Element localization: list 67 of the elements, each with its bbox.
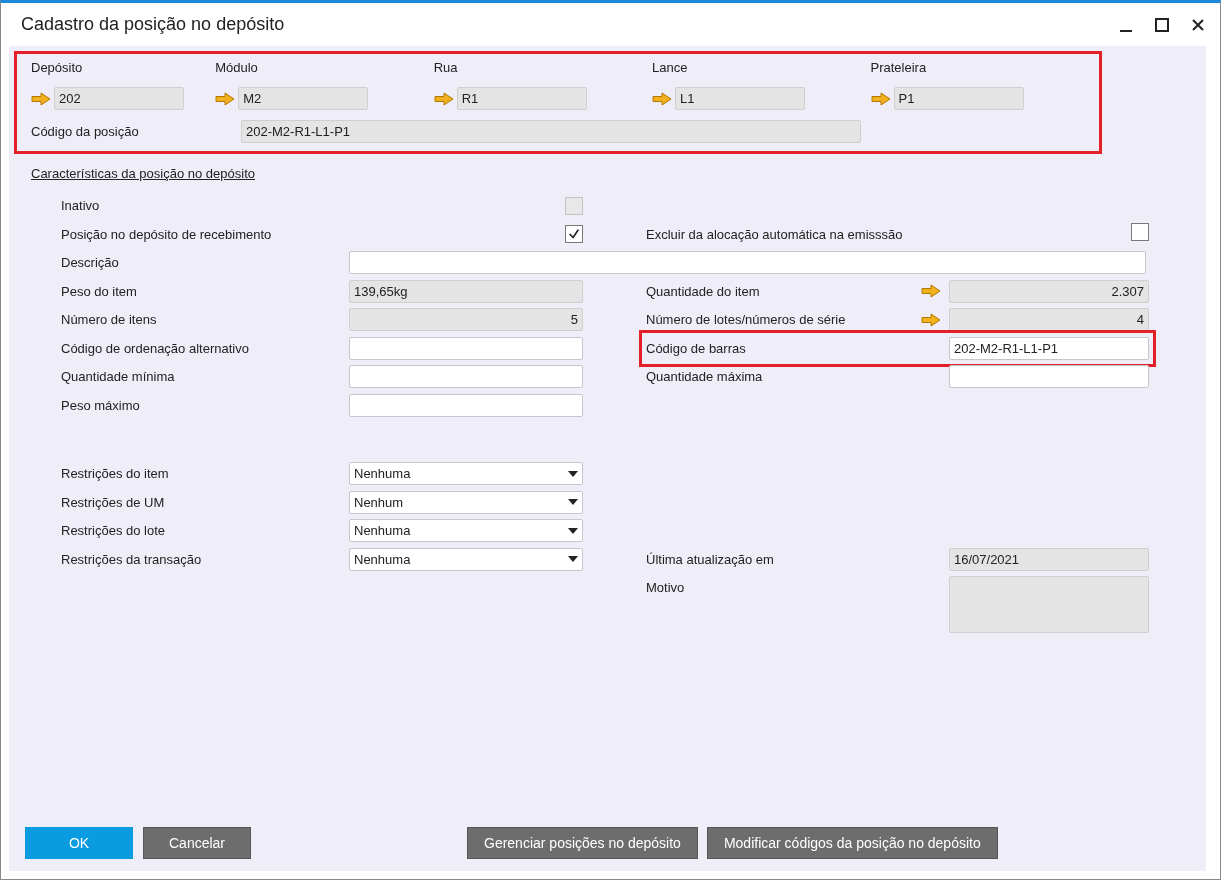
window-title: Cadastro da posição no depósito: [21, 14, 285, 35]
field-label: Excluir da alocação automática na emisssão: [646, 225, 904, 244]
arrow-right-icon[interactable]: [433, 91, 454, 106]
field-label: Rua: [433, 60, 459, 75]
field-label: Código de ordenação alternativo: [61, 339, 250, 358]
field-label: Restrições do item: [61, 465, 170, 483]
field-label: Depósito: [31, 60, 84, 75]
field-label: Quantidade mínima: [61, 368, 176, 386]
close-icon[interactable]: [1190, 16, 1206, 33]
input-field: 16/07/2021: [949, 547, 1149, 571]
arrow-right-icon[interactable]: [870, 91, 891, 106]
field-label: Descrição: [61, 254, 120, 272]
field-label: Número de lotes/números de série: [646, 311, 847, 329]
field-label: Quantidade máxima: [646, 368, 764, 386]
field-label: Prateleira: [870, 60, 928, 75]
input-field: 2.307: [949, 279, 1149, 303]
input-field[interactable]: [349, 336, 583, 360]
field-label: Motivo: [646, 579, 686, 597]
arrow-right-icon[interactable]: [652, 91, 673, 106]
field-label: Posição no depósito de recebimento: [61, 225, 273, 244]
field-label: Peso máximo: [61, 396, 141, 415]
field-label: Última atualização em: [646, 550, 775, 569]
input-field: 139,65kg: [349, 279, 583, 303]
input-field[interactable]: 202-M2-R1-L1-P1: [949, 336, 1149, 360]
input-field: 202-M2-R1-L1-P1: [241, 120, 861, 143]
dropdown[interactable]: Nenhuma: [349, 519, 583, 542]
input-field[interactable]: [949, 365, 1149, 388]
field-label: Módulo: [215, 60, 259, 75]
checkbox[interactable]: [1131, 222, 1149, 241]
caret-icon[interactable]: [568, 470, 578, 477]
arrow-right-icon[interactable]: [921, 284, 941, 298]
arrow-right-icon[interactable]: [31, 91, 51, 106]
action-button[interactable]: Gerenciar posições no depósito: [467, 827, 698, 859]
caret-icon[interactable]: [568, 527, 578, 534]
input-field: L1: [675, 87, 806, 110]
field-label: Inativo: [61, 197, 101, 215]
action-button[interactable]: Modificar códigos da posição no depósito: [706, 827, 998, 859]
field-label: Restrições de UM: [61, 493, 166, 512]
maximize-icon[interactable]: [1154, 16, 1170, 33]
action-button[interactable]: Cancelar: [143, 827, 251, 859]
checkbox[interactable]: [565, 225, 583, 243]
input-field: 5: [349, 308, 583, 331]
dropdown[interactable]: Nenhum: [349, 490, 583, 514]
dropdown[interactable]: Nenhuma: [349, 547, 583, 571]
field-label: Lance: [652, 60, 689, 75]
input-field[interactable]: [349, 393, 583, 417]
caret-icon[interactable]: [568, 499, 578, 505]
caret-icon[interactable]: [568, 556, 578, 562]
field-label: Código da posição: [31, 124, 140, 139]
checkmark-icon: [567, 227, 581, 241]
input-field[interactable]: [349, 365, 583, 388]
field-label: Restrições do lote: [61, 522, 167, 540]
input-field: 4: [949, 308, 1149, 331]
field-label: Peso do item: [61, 282, 138, 301]
field-label: Número de itens: [61, 311, 158, 329]
dropdown[interactable]: Nenhuma: [349, 462, 583, 485]
field-label: Quantidade do item: [646, 282, 761, 301]
input-field: 202: [54, 87, 184, 110]
input-field: P1: [893, 87, 1024, 110]
input-field[interactable]: [349, 251, 1146, 274]
input-field: R1: [456, 87, 587, 110]
field-label: Restrições da transação: [61, 550, 203, 569]
arrow-right-icon[interactable]: [215, 91, 236, 106]
input-field: M2: [238, 87, 369, 110]
arrow-right-icon[interactable]: [921, 312, 941, 327]
section-title: Características da posição no depósito: [31, 166, 255, 181]
field-label: Código de barras: [646, 339, 747, 358]
